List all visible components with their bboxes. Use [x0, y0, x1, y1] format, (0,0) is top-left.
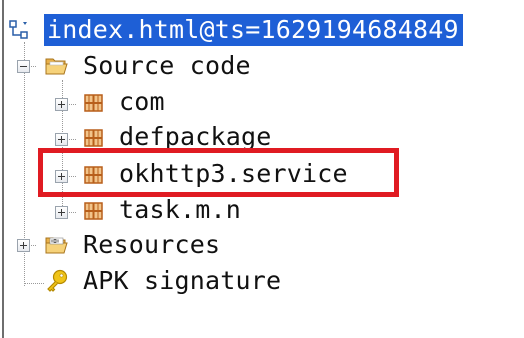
open-folder-icon — [44, 53, 68, 75]
key-icon — [44, 268, 68, 292]
expand-toggle[interactable] — [17, 239, 30, 252]
resources-label: Resources — [83, 230, 221, 259]
tree-node-source-code[interactable]: Source code — [83, 50, 251, 82]
tree-node-resources[interactable]: Resources — [83, 229, 220, 261]
tree-node-apk-signature[interactable]: APK signature — [83, 265, 281, 297]
tree-node-package[interactable]: task.m.n — [119, 194, 241, 226]
package-label: com — [119, 87, 165, 116]
source-code-label: Source code — [83, 51, 251, 80]
collapse-toggle[interactable] — [17, 60, 30, 73]
expand-toggle[interactable] — [55, 98, 68, 111]
package-icon — [82, 92, 106, 114]
expand-toggle[interactable] — [55, 133, 68, 146]
package-icon — [82, 200, 106, 222]
root-node-label: index.html@ts=1629194684849 — [44, 14, 463, 46]
panel-left-border — [2, 0, 4, 338]
highlight-annotation — [38, 148, 399, 197]
package-label: task.m.n — [119, 195, 242, 224]
tree-guide-line — [24, 283, 44, 284]
tree-node-package[interactable]: com — [119, 86, 165, 118]
project-tree: index.html@ts=1629194684849 Source code … — [0, 0, 524, 338]
tree-node-root[interactable]: index.html@ts=1629194684849 — [44, 14, 463, 46]
project-icon — [9, 19, 31, 41]
expand-toggle[interactable] — [55, 206, 68, 219]
package-icon — [82, 127, 106, 149]
resources-folder-icon — [44, 232, 68, 254]
apk-signature-label: APK signature — [83, 266, 282, 295]
